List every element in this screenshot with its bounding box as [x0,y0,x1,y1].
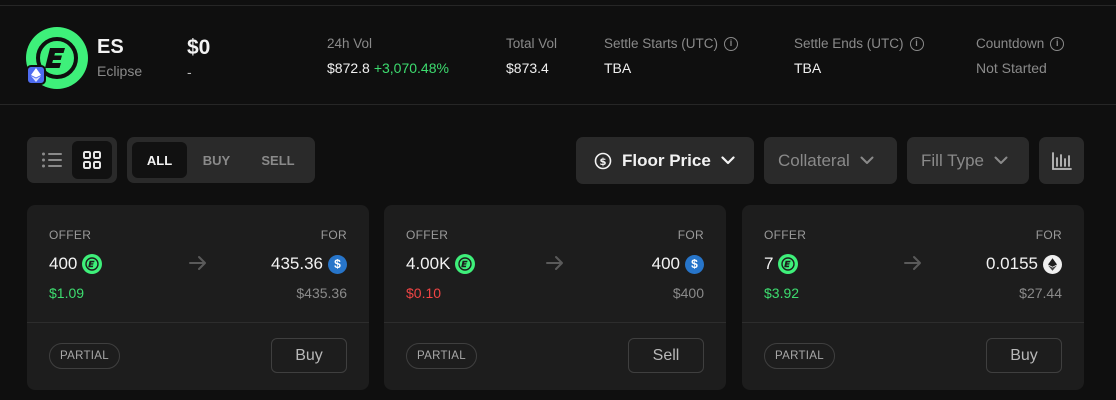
market-header: ES Eclipse $0 - 24h Vol $872.8 +3,070.48%… [0,6,1116,105]
for-usd-value: $400 [672,285,704,301]
usdc-icon: $ [685,254,704,274]
for-usd-value: $27.44 [1019,285,1062,301]
price-change: - [187,64,192,80]
list-view-icon [42,152,62,168]
usdc-icon: $ [328,254,347,274]
partial-badge: PARTIAL [764,343,835,369]
stat-24h-volume: 24h Vol $872.8 +3,070.48% [327,36,449,76]
volume-change: +3,070.48% [373,60,449,76]
dollar-circle-icon: $ [594,152,612,169]
eclipse-token-icon [778,254,799,274]
for-amount-value: 435.36 [271,254,323,273]
for-amount-value: 400 [651,254,680,273]
eclipse-token-icon [82,254,103,274]
side-filter-tabs: ALL BUY SELL [127,137,315,183]
info-icon[interactable]: i [724,36,739,51]
arrow-right-icon [189,256,206,270]
arrow-right-icon [546,256,563,270]
for-usd-value: $435.36 [296,285,347,301]
grid-view-icon [83,151,101,169]
card-divider [384,322,726,323]
volume-value: $872.8 [327,60,370,76]
info-icon[interactable]: i [909,36,924,51]
offer-usd-value: $1.09 [49,285,85,301]
view-mode-toggle [27,137,117,183]
token-logo [26,27,88,89]
partial-badge: PARTIAL [406,343,477,369]
tab-sell[interactable]: SELL [247,142,309,178]
stat-value: TBA [604,60,632,76]
stat-settle-starts: Settle Starts (UTC) i TBA [604,36,739,76]
fill-type-dropdown[interactable]: Fill Type [907,137,1029,184]
tab-all[interactable]: ALL [132,142,187,178]
offer-usd-value: $3.92 [764,285,800,301]
info-icon[interactable]: i [1050,36,1065,51]
ethereum-icon [26,65,46,85]
offer-amount: 7 [764,254,799,274]
offer-amount: 4.00K [406,254,476,274]
depth-chart-button[interactable] [1039,137,1084,184]
token-name: Eclipse [97,63,143,79]
for-amount: 0.0155 [986,254,1062,274]
for-amount: 400 $ [652,254,704,274]
chevron-down-icon [994,156,1008,164]
grid-view-button[interactable] [72,141,112,179]
stat-total-volume: Total Vol $873.4 [506,36,557,76]
stat-value: Not Started [976,60,1047,76]
for-amount-value: 0.0155 [986,254,1038,273]
chevron-down-icon [860,156,874,164]
buy-button[interactable]: Buy [986,338,1062,373]
tab-buy[interactable]: BUY [189,142,244,178]
offer-amount-value: 400 [49,254,78,273]
offer-amount: 400 [49,254,103,274]
ethereum-icon [1043,254,1062,274]
buy-button[interactable]: Buy [271,338,347,373]
svg-text:$: $ [600,156,607,167]
for-label: FOR [1035,228,1062,242]
for-label: FOR [677,228,704,242]
offer-amount-value: 4.00K [406,254,451,273]
arrow-right-icon [904,256,921,270]
for-amount: 435.36 $ [271,254,347,274]
depth-chart-icon [1051,151,1072,170]
sort-label: Floor Price [622,150,711,170]
eclipse-token-icon [455,254,476,274]
offer-card[interactable]: OFFER FOR 7 0.0155 $3.92 $27.44 PARTIAL … [742,205,1084,390]
stat-label: Total Vol [506,36,558,51]
offer-usd-value: $0.10 [406,285,442,301]
stat-countdown: Countdown i Not Started [976,36,1065,76]
card-divider [742,322,1084,323]
partial-badge: PARTIAL [49,343,120,369]
token-ticker: ES [97,36,124,58]
stat-value: $872.8 +3,070.48% [327,60,449,76]
offer-card[interactable]: OFFER FOR 4.00K 400 $ $0.10 $400 PARTIAL… [384,205,726,390]
offer-card[interactable]: OFFER FOR 400 435.36 $ $1.09 $435.36 PAR… [27,205,369,390]
stat-label: Settle Starts (UTC) [604,36,719,51]
offer-amount-value: 7 [764,254,774,273]
token-price: $0 [187,36,211,59]
stat-settle-ends: Settle Ends (UTC) i TBA [794,36,924,76]
offer-label: OFFER [406,228,449,242]
offer-label: OFFER [764,228,807,242]
for-label: FOR [320,228,347,242]
card-divider [27,322,369,323]
stat-label: Countdown [976,36,1045,51]
collateral-label: Collateral [778,150,850,170]
list-view-button[interactable] [32,141,72,179]
stat-label: Settle Ends (UTC) [794,36,904,51]
offer-label: OFFER [49,228,92,242]
stat-value: $873.4 [506,60,549,76]
collateral-dropdown[interactable]: Collateral [764,137,897,184]
fill-type-label: Fill Type [921,150,984,170]
sort-floor-price-dropdown[interactable]: $ Floor Price [576,137,754,184]
sell-button[interactable]: Sell [628,338,704,373]
stat-label: 24h Vol [327,36,373,51]
stat-value: TBA [794,60,822,76]
chevron-down-icon [721,156,735,165]
